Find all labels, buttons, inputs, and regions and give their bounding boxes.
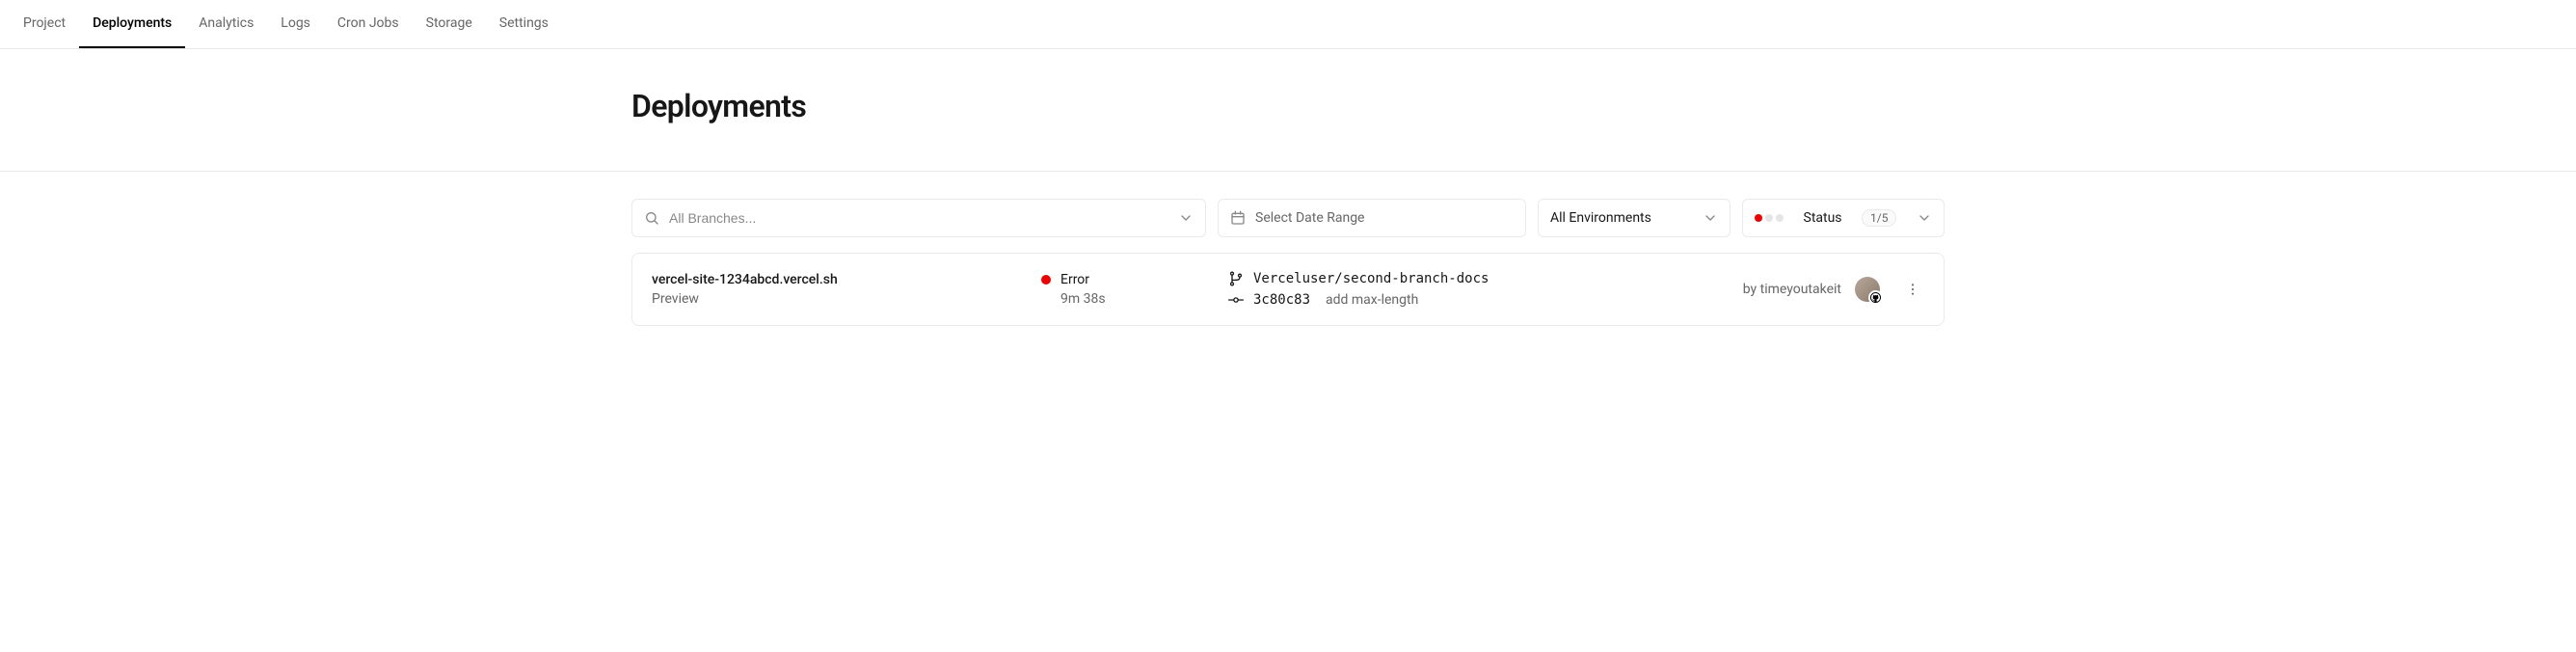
deployment-duration: 9m 38s [1060,291,1205,307]
branch-filter[interactable] [631,199,1206,237]
chevron-down-icon [1178,210,1194,226]
git-commit-icon [1228,292,1244,308]
filters-row: Select Date Range All Environments Statu… [631,172,1945,253]
deployment-row[interactable]: vercel-site-1234abcd.vercel.sh Preview E… [631,253,1945,326]
date-range-label: Select Date Range [1255,210,1364,226]
tab-cron-jobs[interactable]: Cron Jobs [324,0,413,48]
deployment-commit-message: add max-length [1326,292,1418,308]
tab-project[interactable]: Project [10,0,79,48]
status-filter[interactable]: Status 1/5 [1742,199,1945,237]
deployment-status: Error [1060,272,1089,287]
deployment-branch[interactable]: Verceluser/second-branch-docs [1253,271,1489,286]
status-dots-icon [1755,214,1784,222]
tab-logs[interactable]: Logs [267,0,324,48]
more-vertical-icon [1905,282,1920,297]
environment-filter[interactable]: All Environments [1538,199,1731,237]
environment-label: All Environments [1550,210,1651,226]
author-avatar[interactable] [1855,277,1880,302]
deployment-environment: Preview [652,291,1018,307]
status-indicator-icon [1041,275,1051,285]
page-title: Deployments [631,88,1945,124]
search-icon [644,210,659,226]
tab-settings[interactable]: Settings [486,0,562,48]
git-branch-icon [1228,271,1244,286]
status-count-badge: 1/5 [1862,209,1896,227]
nav-tabs: Project Deployments Analytics Logs Cron … [0,0,2576,49]
more-actions-button[interactable] [1901,278,1924,301]
tab-analytics[interactable]: Analytics [185,0,267,48]
github-badge-icon [1868,290,1883,305]
deployment-url[interactable]: vercel-site-1234abcd.vercel.sh [652,272,1018,287]
branch-search-input[interactable] [669,210,1168,226]
date-range-filter[interactable]: Select Date Range [1218,199,1526,237]
deployment-author: by timeyoutakeit [1743,282,1841,297]
status-label: Status [1804,210,1842,226]
calendar-icon [1230,210,1246,226]
deployment-commit-hash[interactable]: 3c80c83 [1253,292,1310,308]
tab-deployments[interactable]: Deployments [79,0,185,48]
chevron-down-icon [1917,210,1932,226]
tab-storage[interactable]: Storage [413,0,486,48]
chevron-down-icon [1703,210,1718,226]
